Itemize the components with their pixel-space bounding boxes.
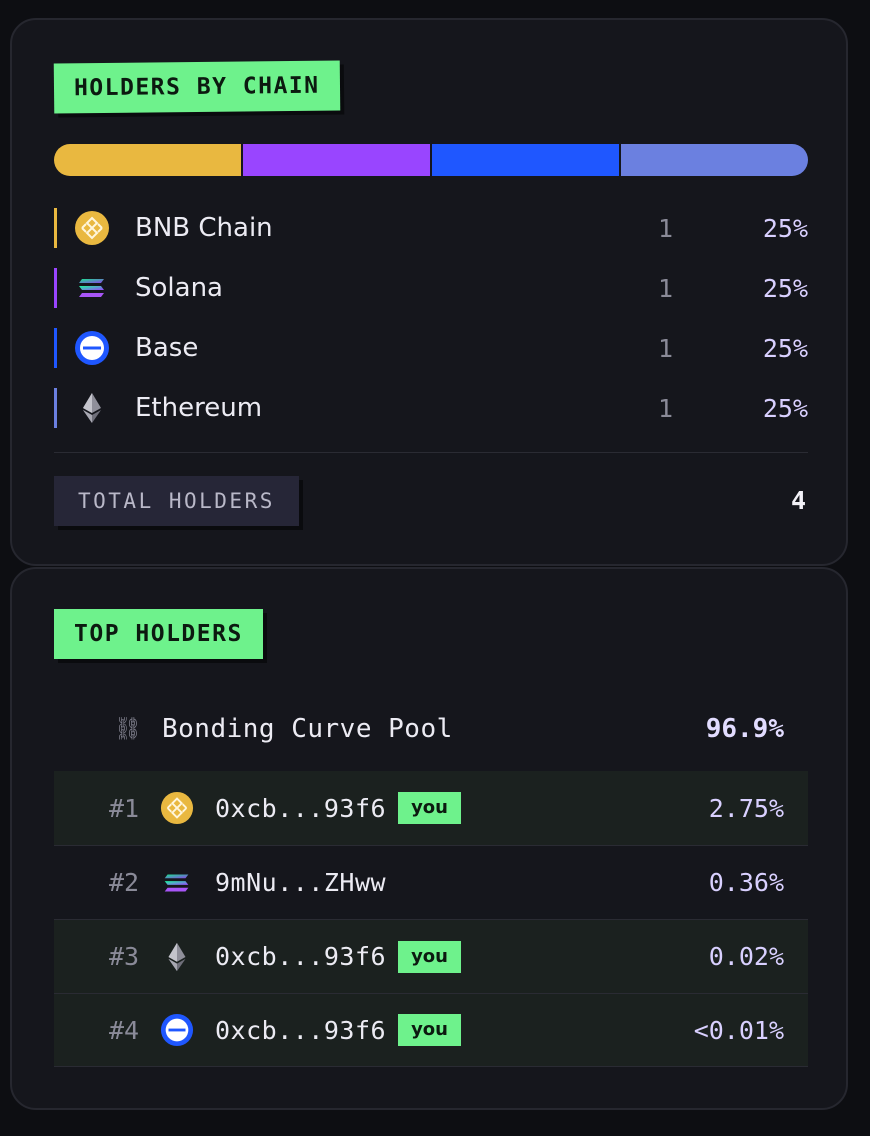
distribution-segment-base: [432, 144, 619, 176]
chain-name: BNB Chain: [135, 213, 273, 243]
distribution-segment-ethereum: [621, 144, 808, 176]
top-holders-card: TOP HOLDERS ⛓ Bonding Curve Pool 96.9% #…: [10, 567, 848, 1110]
holders-by-chain-card: HOLDERS BY CHAIN BNB Chain 1 25% Solana …: [10, 18, 848, 566]
holder-row[interactable]: #3 0xcb...93f6 you 0.02%: [54, 919, 808, 993]
top-holders-list: #1 0xcb...93f6 you 2.75% #2 9mNu...ZHww …: [54, 771, 808, 1067]
chain-holder-percent: 25%: [762, 273, 808, 303]
chain-holder-count: 1: [658, 393, 674, 423]
pool-percent: 96.9%: [705, 714, 784, 744]
bnb-icon: [159, 790, 195, 826]
chain-row-base: Base 1 25%: [54, 328, 808, 368]
holder-rank: #3: [109, 942, 140, 971]
holder-row[interactable]: #1 0xcb...93f6 you 2.75%: [54, 771, 808, 845]
holder-percent: 2.75%: [708, 793, 784, 823]
chain-distribution-bar: [54, 144, 808, 176]
pool-label: Bonding Curve Pool: [162, 714, 453, 744]
holder-address[interactable]: 0xcb...93f6: [215, 942, 386, 971]
chain-holder-percent: 25%: [762, 393, 808, 423]
solana-icon: [159, 865, 195, 901]
holder-percent: <0.01%: [693, 1015, 784, 1045]
holder-rank: #4: [109, 1015, 140, 1045]
chain-name: Solana: [135, 273, 223, 303]
chain-holder-percent: 25%: [762, 213, 808, 243]
chain-holder-count: 1: [658, 333, 674, 363]
base-icon: [159, 1012, 195, 1048]
total-holders-value: 4: [790, 486, 806, 515]
you-badge: you: [398, 940, 461, 973]
holder-rank: #1: [109, 793, 140, 823]
holders-by-chain-title: HOLDERS BY CHAIN: [53, 60, 340, 114]
distribution-segment-bnb: [54, 144, 241, 176]
holder-row[interactable]: #4 0xcb...93f6 you <0.01%: [54, 993, 808, 1067]
chain-link-icon: ⛓: [114, 716, 142, 742]
solana-icon: [73, 269, 111, 307]
ethereum-icon: [73, 389, 111, 427]
top-holders-title: TOP HOLDERS: [54, 609, 263, 659]
chain-holder-percent: 25%: [762, 333, 808, 363]
chain-holder-count: 1: [658, 213, 674, 243]
holder-address[interactable]: 0xcb...93f6: [215, 794, 386, 823]
distribution-segment-solana: [243, 144, 430, 176]
holder-percent: 0.02%: [708, 942, 784, 971]
holder-address[interactable]: 0xcb...93f6: [215, 1016, 386, 1045]
you-badge: you: [398, 1014, 461, 1046]
chain-row-bnb: BNB Chain 1 25%: [54, 208, 808, 248]
holder-address[interactable]: 9mNu...ZHww: [215, 868, 386, 897]
base-icon: [73, 329, 111, 367]
chain-row-ethereum: Ethereum 1 25%: [54, 388, 808, 428]
holder-percent: 0.36%: [708, 868, 784, 897]
chain-name: Base: [135, 333, 199, 363]
you-badge: you: [398, 792, 461, 824]
chain-name: Ethereum: [135, 393, 263, 423]
holder-row[interactable]: #2 9mNu...ZHww 0.36%: [54, 845, 808, 919]
ethereum-icon: [159, 939, 195, 975]
total-holders-label: TOTAL HOLDERS: [54, 476, 299, 526]
chain-holder-count: 1: [658, 273, 674, 303]
chain-row-solana: Solana 1 25%: [54, 268, 808, 308]
bonding-curve-pool-row[interactable]: ⛓ Bonding Curve Pool 96.9%: [54, 699, 808, 759]
divider: [54, 452, 808, 453]
holder-rank: #2: [109, 868, 140, 897]
bnb-icon: [73, 209, 111, 247]
